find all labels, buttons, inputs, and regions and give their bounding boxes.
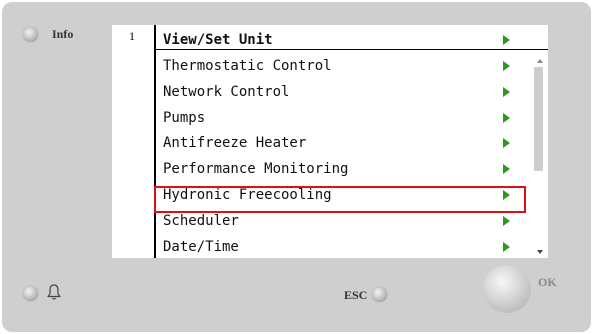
submenu-arrow-icon: [503, 164, 510, 174]
info-label: Info: [52, 27, 74, 41]
alarm-led[interactable]: [23, 286, 38, 301]
menu-header[interactable]: View/Set Unit: [163, 29, 533, 51]
submenu-arrow-icon: [503, 138, 510, 148]
menu-item-scheduler[interactable]: Scheduler: [163, 210, 533, 232]
submenu-arrow-icon: [503, 113, 510, 123]
info-led[interactable]: [23, 27, 38, 42]
menu-scrollbar[interactable]: [531, 51, 548, 258]
submenu-arrow-icon: [503, 61, 510, 71]
submenu-arrow-icon: [503, 216, 510, 226]
submenu-arrow-icon: [503, 242, 510, 252]
menu-item-performance-monitoring[interactable]: Performance Monitoring: [163, 158, 533, 180]
esc-label: ESC: [344, 288, 368, 302]
submenu-arrow-icon: [503, 87, 510, 97]
scroll-up-icon[interactable]: [537, 59, 543, 63]
menu-item-antifreeze-heater[interactable]: Antifreeze Heater: [163, 132, 533, 154]
selection-highlight: [154, 186, 526, 213]
column-divider: [154, 25, 156, 258]
page-number: 1: [129, 29, 135, 43]
scroll-thumb[interactable]: [534, 67, 543, 171]
ok-knob[interactable]: [483, 265, 531, 313]
menu-item-network-control[interactable]: Network Control: [163, 81, 533, 103]
menu-item-date-time[interactable]: Date/Time: [163, 236, 533, 258]
ok-label: OK: [538, 275, 557, 289]
scroll-down-icon[interactable]: [537, 250, 543, 254]
submenu-arrow-icon: [503, 35, 510, 45]
bell-icon[interactable]: [46, 283, 62, 301]
esc-button[interactable]: [372, 287, 387, 302]
menu-item-pumps[interactable]: Pumps: [163, 107, 533, 129]
menu-item-thermostatic-control[interactable]: Thermostatic Control: [163, 55, 533, 77]
display-screen: 1 View/Set Unit Thermostatic Control Net…: [112, 25, 548, 258]
